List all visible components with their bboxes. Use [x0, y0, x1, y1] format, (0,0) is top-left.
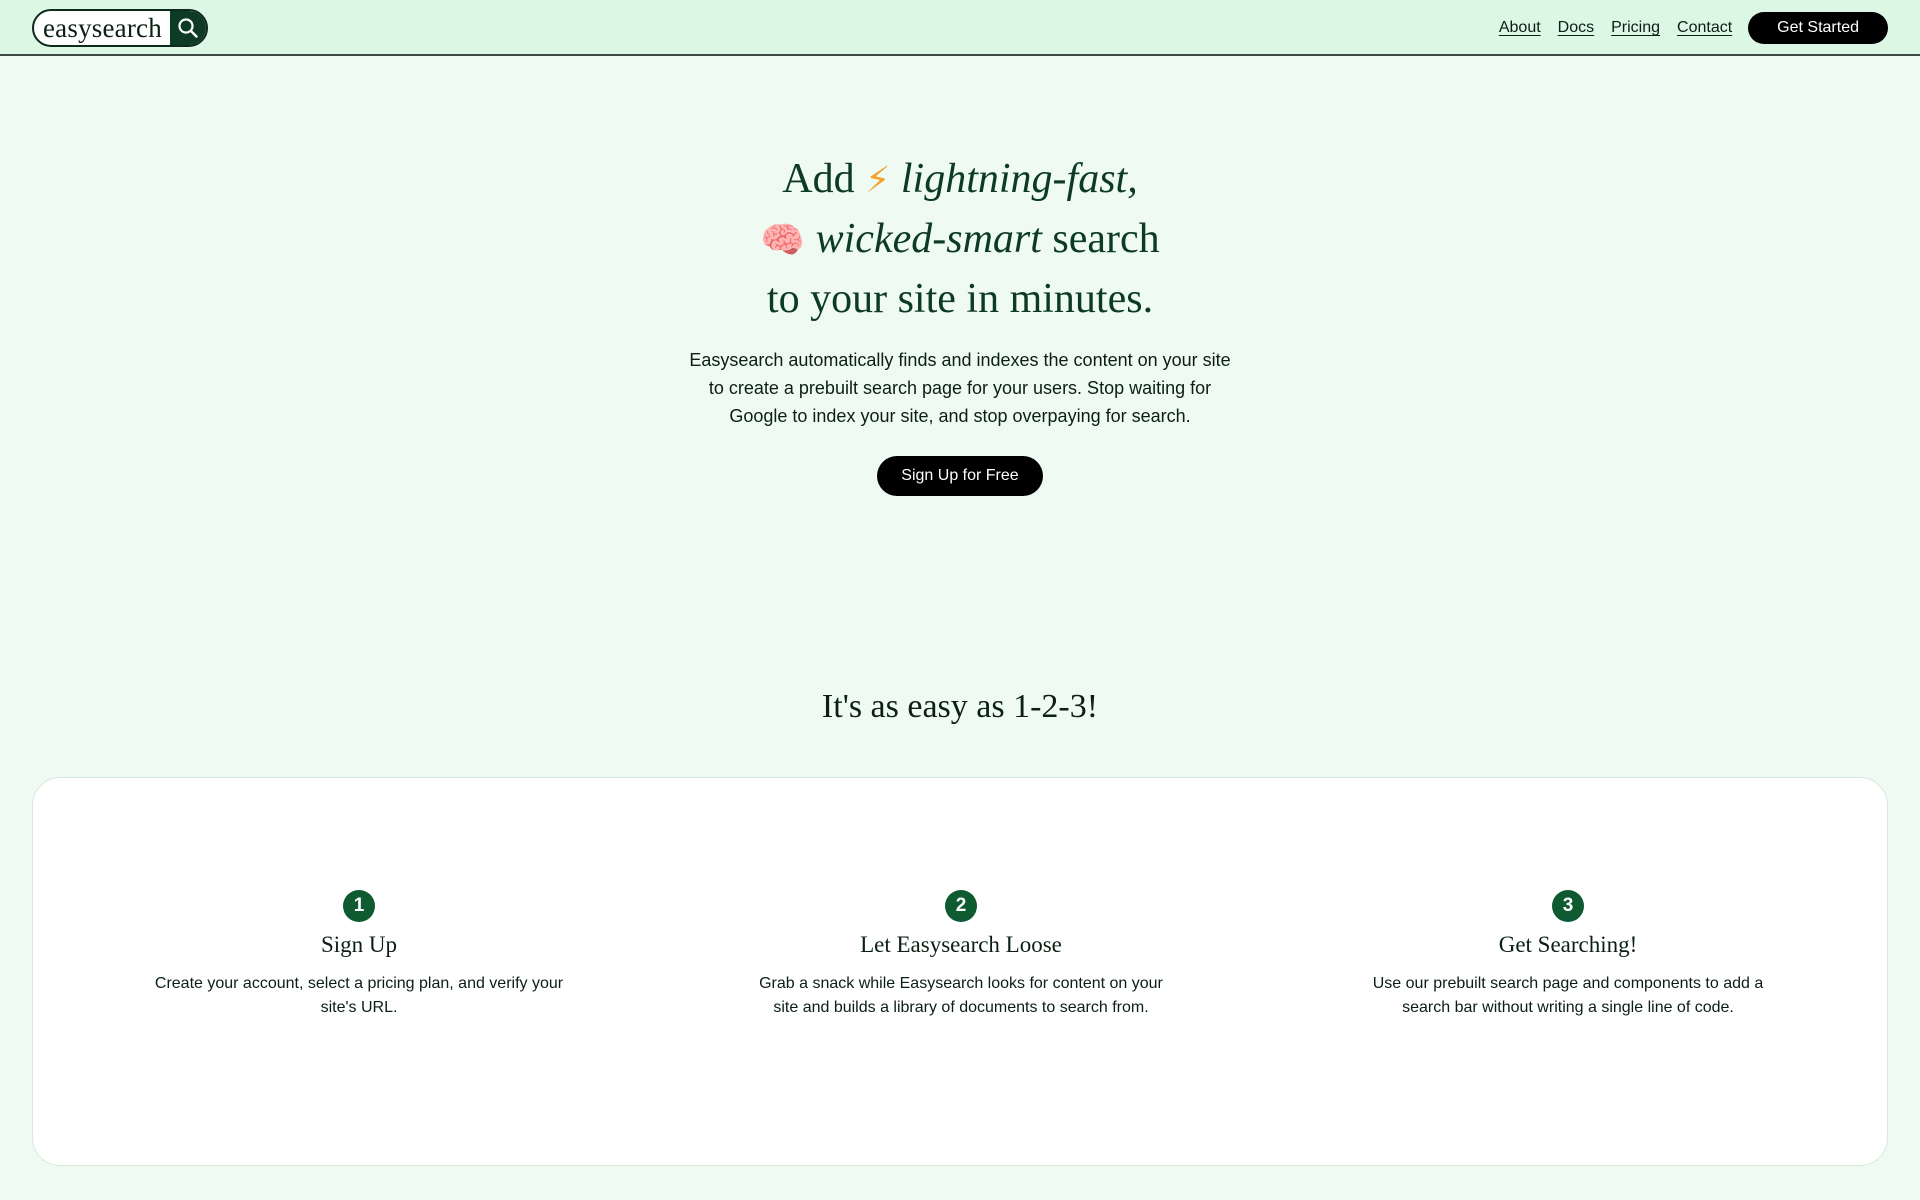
step-item: 1 Sign Up Create your account, select a …: [149, 890, 569, 1020]
steps-section-title: It's as easy as 1-2-3!: [821, 688, 1099, 725]
sign-up-free-button[interactable]: Sign Up for Free: [877, 456, 1043, 496]
top-navigation-bar: easysearch About Docs Pricing Contact Ge…: [0, 0, 1920, 56]
headline-lightning-fast: lightning-fast,: [900, 156, 1138, 202]
easysearch-logo[interactable]: easysearch: [32, 9, 208, 47]
lightning-icon: ⚡: [865, 160, 891, 201]
step-title: Sign Up: [320, 932, 398, 957]
step-title: Get Searching!: [1498, 932, 1638, 957]
step-description: Use our prebuilt search page and compone…: [1372, 975, 1764, 1016]
hero-section: Add ⚡ lightning-fast, 🧠 wicked-smart sea…: [0, 150, 1920, 496]
headline-add: Add: [782, 156, 855, 202]
step-number-badge: 3: [1552, 890, 1584, 922]
logo-wordmark: easysearch: [43, 13, 162, 43]
steps-card: 1 Sign Up Create your account, select a …: [32, 777, 1888, 1166]
main-nav: About Docs Pricing Contact Get Started: [1499, 11, 1888, 45]
step-number-badge: 1: [343, 890, 375, 922]
nav-link-contact[interactable]: Contact: [1677, 19, 1732, 37]
hero-description: Easysearch automatically finds and index…: [689, 350, 1231, 426]
headline-search: search: [1052, 216, 1160, 262]
headline-wicked-smart: wicked-smart: [815, 216, 1042, 262]
nav-link-pricing[interactable]: Pricing: [1611, 19, 1660, 37]
nav-link-about[interactable]: About: [1499, 19, 1541, 37]
hero-headline: Add ⚡ lightning-fast, 🧠 wicked-smart sea…: [0, 150, 1920, 328]
step-item: 3 Get Searching! Use our prebuilt search…: [1358, 890, 1778, 1020]
step-description: Grab a snack while Easysearch looks for …: [759, 975, 1163, 1016]
step-number-badge: 2: [945, 890, 977, 922]
step-title: Let Easysearch Loose: [860, 932, 1062, 957]
brain-icon: 🧠: [760, 220, 806, 261]
step-description: Create your account, select a pricing pl…: [154, 975, 564, 1016]
nav-link-docs[interactable]: Docs: [1558, 19, 1594, 37]
get-started-button[interactable]: Get Started: [1748, 12, 1888, 44]
headline-line-three: to your site in minutes.: [766, 276, 1154, 322]
search-icon: [169, 11, 206, 45]
step-item: 2 Let Easysearch Loose Grab a snack whil…: [751, 890, 1171, 1020]
